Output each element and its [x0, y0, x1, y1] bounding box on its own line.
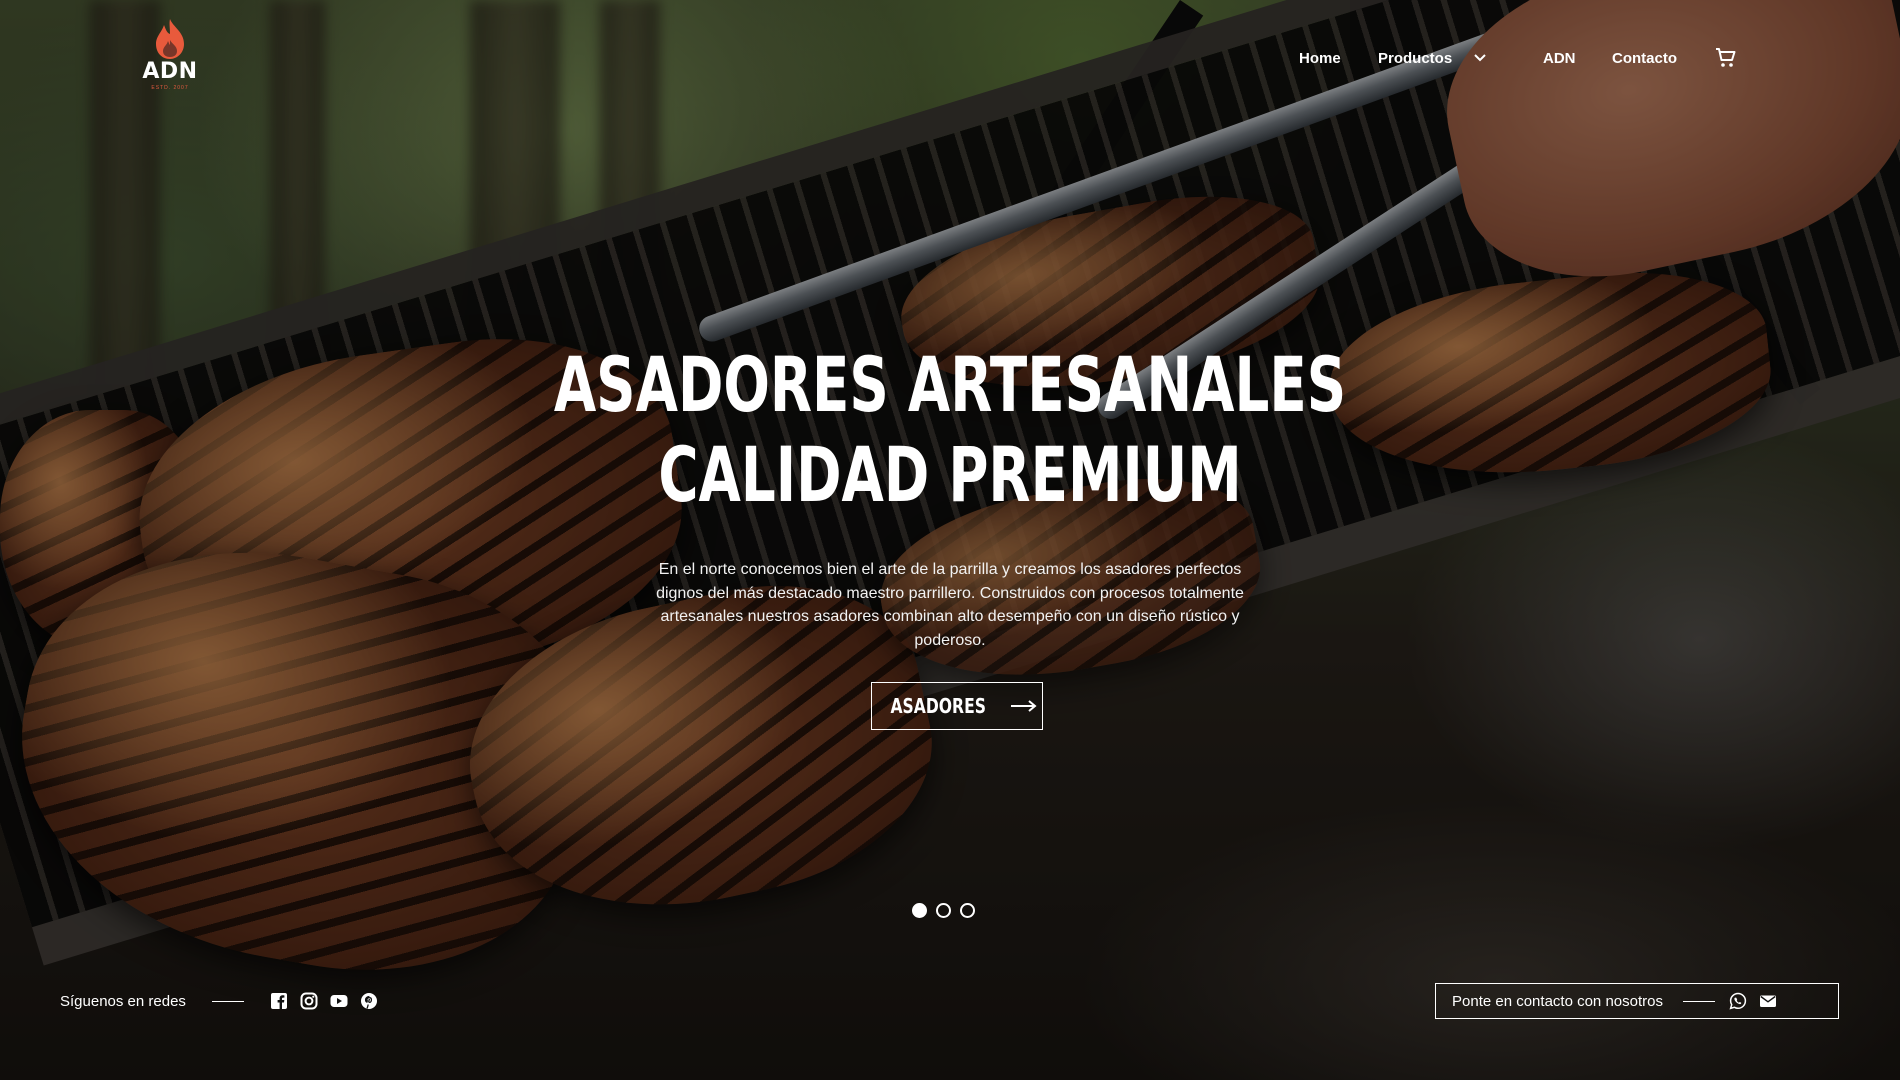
social-icons	[270, 992, 378, 1010]
hero-background	[0, 0, 1900, 1080]
email-icon[interactable]	[1759, 992, 1777, 1010]
hero-headline-line1: ASADORES ARTESANALES	[553, 340, 1347, 429]
dark-overlay	[0, 0, 1900, 1080]
logo-established: ESTD. 2007	[151, 85, 189, 91]
hero-description-line: poderoso.	[914, 631, 986, 649]
slider-dots	[912, 903, 975, 918]
asadores-cta-label: ASADORES	[890, 694, 986, 718]
nav-contacto[interactable]: Contacto	[1612, 50, 1677, 67]
contact-icons	[1729, 992, 1777, 1010]
cart-button[interactable]	[1714, 46, 1738, 75]
nav-productos-label: Productos	[1378, 50, 1453, 67]
slider-dot-3[interactable]	[960, 903, 975, 918]
divider-line	[211, 1000, 244, 1002]
hero-description-line: En el norte conocemos bien el arte de la…	[658, 561, 1242, 578]
nav-productos[interactable]: Productos	[1378, 50, 1487, 67]
chevron-down-icon	[1474, 54, 1487, 62]
contact-bar[interactable]: Ponte en contacto con nosotros	[1435, 983, 1839, 1019]
hero-description-line: dignos del más destacado maestro parrill…	[656, 584, 1244, 602]
hero-description: En el norte conocemos bien el arte de la…	[610, 558, 1290, 652]
logo-brand: ADN	[142, 59, 198, 84]
nav-home[interactable]: Home	[1299, 50, 1341, 67]
arrow-right-icon	[1011, 700, 1037, 712]
facebook-icon[interactable]	[270, 992, 288, 1010]
hero-description-line: artesanales nuestros asadores combinan a…	[660, 608, 1240, 625]
nav-adn[interactable]: ADN	[1543, 50, 1576, 67]
contact-label: Ponte en contacto con nosotros	[1452, 992, 1663, 1010]
slider-dot-2[interactable]	[936, 903, 951, 918]
divider-line	[1682, 1000, 1715, 1002]
asadores-cta-button[interactable]: ASADORES	[871, 682, 1043, 730]
slider-dot-1[interactable]	[912, 903, 927, 918]
flame-icon	[156, 19, 184, 59]
social-label: Síguenos en redes	[60, 992, 186, 1010]
youtube-icon[interactable]	[330, 992, 348, 1010]
shopping-cart-icon	[1716, 48, 1736, 67]
hero-headline-line2: CALIDAD PREMIUM	[658, 430, 1242, 519]
pinterest-icon[interactable]	[360, 992, 378, 1010]
logo[interactable]: ADN ESTD. 2007	[138, 18, 202, 91]
social-bar: Síguenos en redes	[60, 990, 378, 1012]
hero-headline: ASADORES ARTESANALES CALIDAD PREMIUM	[266, 340, 1634, 520]
whatsapp-icon[interactable]	[1729, 992, 1747, 1010]
instagram-icon[interactable]	[300, 992, 318, 1010]
